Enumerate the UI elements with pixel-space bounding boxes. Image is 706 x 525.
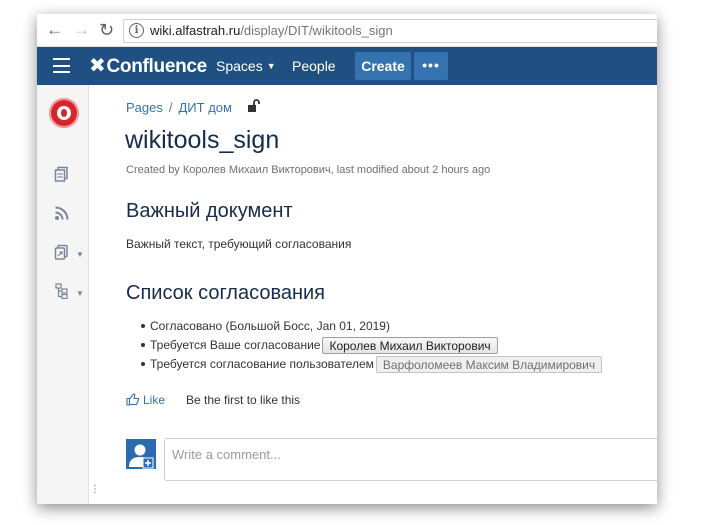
- list-item: Требуется Ваше согласование Королев Михаи…: [140, 336, 602, 355]
- forward-arrow-icon[interactable]: →: [73, 20, 90, 40]
- menu-icon[interactable]: [53, 58, 70, 73]
- body-paragraph: Важный текст, требующий согласования: [126, 237, 352, 251]
- info-icon[interactable]: i: [129, 23, 144, 38]
- reload-icon[interactable]: ↻: [99, 20, 114, 40]
- page-byline: Created by Королев Михаил Викторович, la…: [126, 164, 491, 176]
- people-link[interactable]: People: [292, 58, 336, 74]
- space-sidebar: ▼ ▼: [37, 85, 89, 504]
- like-status: Be the first to like this: [186, 393, 301, 407]
- list-item: Требуется согласование пользователем Варф…: [140, 355, 603, 374]
- back-arrow-icon[interactable]: ←: [46, 20, 63, 40]
- breadcrumb: Pages / ДИТ дом: [126, 100, 232, 115]
- page-tree-icon[interactable]: [54, 283, 70, 299]
- approve-user-button[interactable]: Королев Михаил Викторович: [322, 337, 498, 354]
- thumbs-up-icon: [126, 393, 140, 406]
- shortcuts-icon[interactable]: [54, 244, 70, 260]
- user-avatar-icon: [126, 439, 156, 469]
- confluence-header: ✖Confluence Spaces ▼ People Create •••: [37, 47, 657, 85]
- comment-input[interactable]: Write a comment...: [164, 438, 657, 481]
- approval-list: Согласовано (Большой Босс, Jan 01, 2019)…: [140, 317, 603, 374]
- comment-placeholder: Write a comment...: [172, 447, 281, 462]
- address-bar[interactable]: i wiki.alfastrah.ru/display/DIT/wikitool…: [123, 19, 657, 43]
- browser-window: ← → ↻ i wiki.alfastrah.ru/display/DIT/wi…: [37, 14, 657, 504]
- confluence-x-icon: ✖: [89, 55, 106, 77]
- heading-approval-list: Список согласования: [126, 282, 326, 304]
- more-button[interactable]: •••: [414, 52, 448, 80]
- breadcrumb-space-link[interactable]: ДИТ дом: [179, 100, 232, 115]
- chevron-down-icon[interactable]: ▼: [76, 250, 84, 259]
- space-logo-icon[interactable]: [49, 98, 79, 128]
- spaces-menu[interactable]: Spaces ▼: [216, 58, 276, 74]
- heading-important-document: Важный документ: [126, 200, 293, 222]
- unlock-icon[interactable]: [247, 99, 261, 113]
- pages-icon[interactable]: [54, 166, 70, 182]
- create-button[interactable]: Create: [355, 52, 411, 80]
- confluence-logo[interactable]: ✖Confluence: [89, 53, 207, 78]
- breadcrumb-pages-link[interactable]: Pages: [126, 100, 163, 115]
- sidebar-resize-handle[interactable]: ⋮: [90, 484, 100, 495]
- chevron-down-icon[interactable]: ▼: [76, 289, 84, 298]
- chevron-down-icon: ▼: [266, 61, 276, 71]
- like-row: Like Be the first to like this: [126, 393, 300, 407]
- list-item: Согласовано (Большой Босс, Jan 01, 2019): [140, 317, 602, 336]
- rss-feed-icon[interactable]: [54, 205, 70, 221]
- url-text[interactable]: wiki.alfastrah.ru/display/DIT/wikitools_…: [150, 23, 393, 38]
- like-button[interactable]: Like: [126, 393, 165, 407]
- browser-toolbar: ← → ↻ i wiki.alfastrah.ru/display/DIT/wi…: [37, 14, 657, 47]
- page-title: wikitools_sign: [125, 126, 280, 154]
- pending-user-button[interactable]: Варфоломеев Максим Владимирович: [375, 356, 603, 373]
